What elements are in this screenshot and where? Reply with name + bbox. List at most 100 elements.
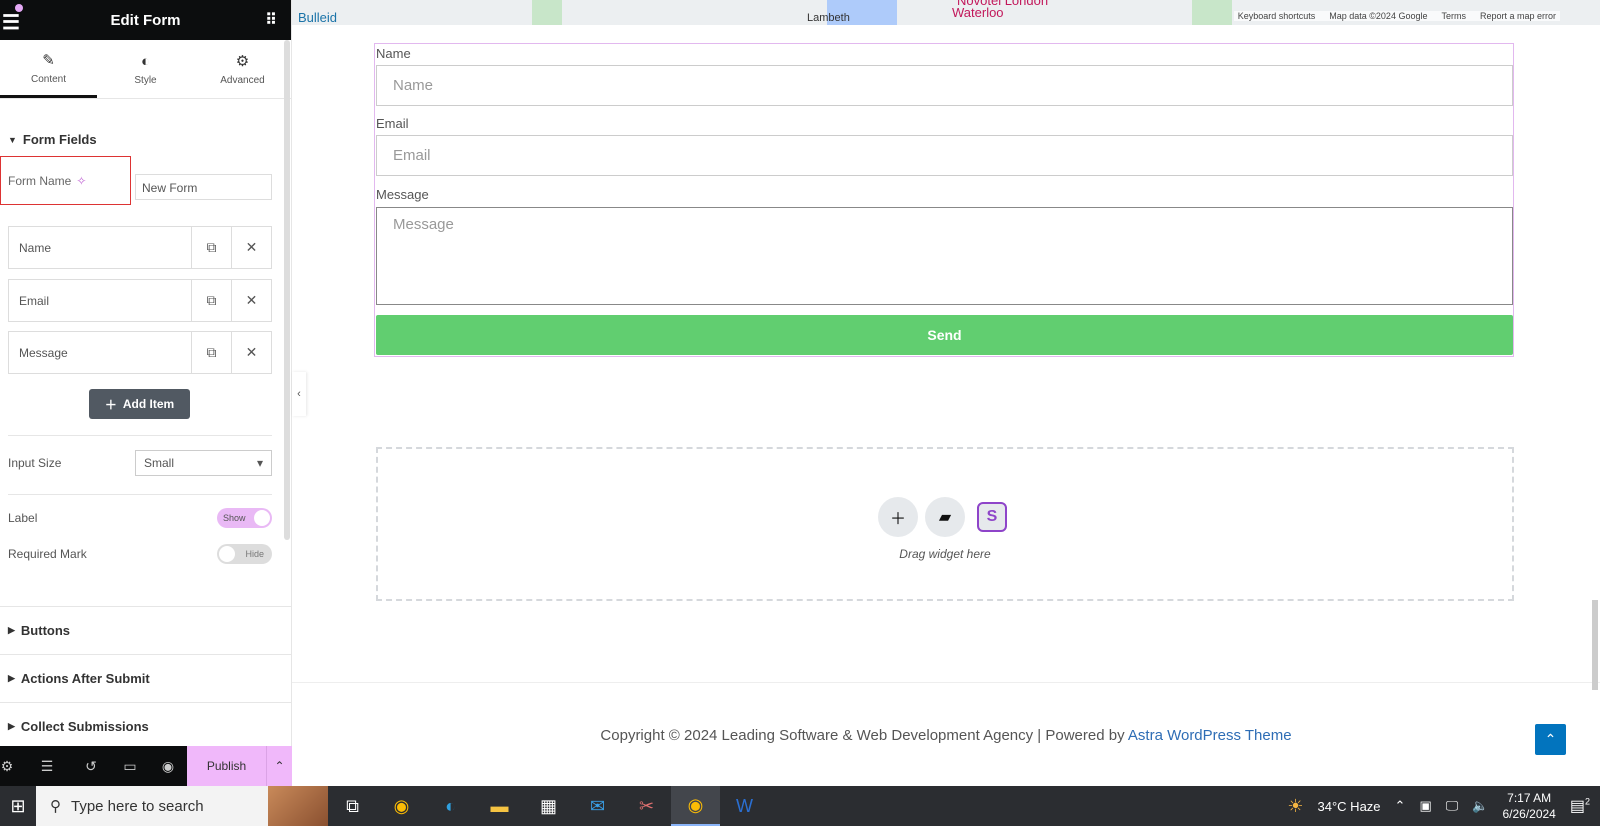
duplicate-icon[interactable]: ⧉ [191,332,231,373]
date: 6/26/2024 [1502,807,1556,821]
repeater-item-email[interactable]: Email ⧉ ✕ [8,279,272,322]
close-icon[interactable]: ✕ [231,332,271,373]
panel-footer: ⚙ ☰ ↺ ▭ ◉ Publish ⌃ [0,746,292,786]
ai-sparkle-icon[interactable]: ✧ [76,174,86,188]
section-buttons[interactable]: ▶ Buttons [0,606,292,654]
time: 7:17 AM [1507,791,1552,805]
drag-widget-text: Drag widget here [899,547,991,561]
panel-header: ☰ Edit Form ⠿ [0,0,291,40]
item-label: Name [19,240,52,255]
tab-style[interactable]: ◐ Style [97,40,194,98]
name-label: Name [376,46,411,61]
windows-start-icon[interactable]: ⊞ [0,796,36,817]
responsive-icon[interactable]: ▭ [102,758,158,775]
map-park [1192,0,1232,25]
tab-advanced[interactable]: ⚙ Advanced [194,40,291,98]
message-label: Message [376,187,429,202]
weather-text[interactable]: 34°C Haze [1318,799,1381,814]
word-icon[interactable]: W [720,786,769,826]
file-explorer-icon[interactable]: ▬ [475,786,524,826]
label-text: Form Name [8,173,72,188]
item-label: Message [19,345,68,360]
page-scrollbar[interactable] [1592,600,1598,690]
mail-icon[interactable]: ✉ [573,786,622,826]
show-hidden-icons-chevron-icon[interactable]: ⌃ [1395,798,1406,814]
panel-scrollbar[interactable] [284,40,290,540]
required-mark-control: Required Mark Hide [8,544,272,564]
clock[interactable]: 7:17 AM 6/26/2024 [1502,790,1555,822]
starter-templates-s-icon[interactable]: S [977,502,1007,532]
message-textarea[interactable]: Message [376,207,1513,305]
task-view-icon[interactable]: ⧉ [328,786,377,826]
form-name-input[interactable]: New Form [135,174,272,200]
publish-options-chevron-up-icon[interactable]: ⌃ [266,746,292,786]
close-icon[interactable]: ✕ [231,227,271,268]
item-label: Email [19,293,50,308]
widgets-grid-icon[interactable]: ⠿ [265,10,277,30]
network-icon[interactable]: 🖵 [1446,798,1459,814]
map-attribution: Keyboard shortcuts Map data ©2024 Google… [1233,11,1560,21]
terms-link[interactable]: Terms [1441,11,1466,21]
map-data-text: Map data ©2024 Google [1329,11,1428,21]
section-actions-after-submit[interactable]: ▶ Actions After Submit [0,654,292,702]
report-map-error-link[interactable]: Report a map error [1480,11,1556,21]
notification-count: 2 [1584,796,1590,807]
scroll-to-top-button[interactable]: ⌃ [1535,724,1566,755]
system-tray: ☀ 34°C Haze ⌃ ▣ 🖵 🔈 7:17 AM 6/26/2024 ▤2 [1287,786,1600,826]
required-mark-toggle[interactable]: Hide [217,544,272,564]
input-size-select[interactable]: Small ▾ [135,450,272,476]
taskbar-search[interactable]: ⚲ Type here to search [36,786,328,826]
windows-taskbar: ⊞ ⚲ Type here to search ⧉ ◉ ◐ ▬ ▦ ✉ ✂ ◉ W… [0,786,1600,826]
duplicate-icon[interactable]: ⧉ [191,280,231,321]
snipping-tool-icon[interactable]: ✂ [622,786,671,826]
collapse-panel-button[interactable]: ‹ [292,372,306,416]
copyright-text: Copyright © 2024 Leading Software & Web … [600,727,1128,744]
section-title: Buttons [20,623,71,638]
name-input[interactable]: Name [376,65,1513,106]
gear-icon: ⚙ [235,53,250,70]
settings-icon[interactable]: ⚙ [0,758,14,775]
label-toggle[interactable]: Show [217,508,272,528]
keyboard-shortcuts-link[interactable]: Keyboard shortcuts [1238,11,1316,21]
input-size-control: Input Size Small ▾ [8,450,272,476]
search-placeholder: Type here to search [71,797,204,815]
chrome-icon[interactable]: ◉ [377,786,426,826]
notification-dot [15,4,23,12]
volume-icon[interactable]: 🔈 [1472,798,1488,814]
template-folder-icon[interactable]: ▰ [925,497,965,537]
panel-tabs: ✎ Content ◐ Style ⚙ Advanced [0,40,291,99]
divider [8,435,272,436]
map-label: Waterloo [952,5,1004,20]
control-label: Label [8,511,38,525]
email-input[interactable]: Email [376,135,1513,176]
publish-button[interactable]: Publish [187,746,266,786]
add-item-button[interactable]: ＋ Add Item [89,389,190,419]
astra-theme-link[interactable]: Astra WordPress Theme [1128,727,1292,744]
repeater-item-message[interactable]: Message ⧉ ✕ [8,331,272,374]
section-form-fields[interactable]: ▼ Form Fields [0,132,105,147]
google-map[interactable]: Bulleid Lambeth Novotel London Waterloo … [292,0,1600,25]
repeater-item-name[interactable]: Name ⧉ ✕ [8,226,272,269]
edge-icon[interactable]: ◐ [426,786,475,826]
send-button[interactable]: Send [376,315,1513,355]
duplicate-icon[interactable]: ⧉ [191,227,231,268]
add-section-plus-icon[interactable]: ＋ [878,497,918,537]
section-collect-submissions[interactable]: ▶ Collect Submissions [0,702,292,750]
control-label: Input Size [8,456,62,470]
label-control: Label Show [8,508,272,528]
close-icon[interactable]: ✕ [231,280,271,321]
panel-title: Edit Form [110,11,181,29]
chrome-active-icon[interactable]: ◉ [671,786,720,826]
microsoft-store-icon[interactable]: ▦ [524,786,573,826]
section-title: Form Fields [22,132,97,147]
notifications-icon[interactable]: ▤2 [1570,796,1590,816]
map-label: Bulleid [298,10,338,25]
meet-now-icon[interactable]: ▣ [1419,798,1431,814]
history-icon[interactable]: ↺ [80,758,102,775]
preview-eye-icon[interactable]: ◉ [158,758,178,775]
tab-content[interactable]: ✎ Content [0,40,97,98]
menu-icon[interactable]: ☰ [2,10,20,35]
drop-zone[interactable]: ＋ ▰ S Drag widget here [376,447,1514,601]
plus-icon: ＋ [104,397,117,412]
layers-icon[interactable]: ☰ [14,758,80,775]
